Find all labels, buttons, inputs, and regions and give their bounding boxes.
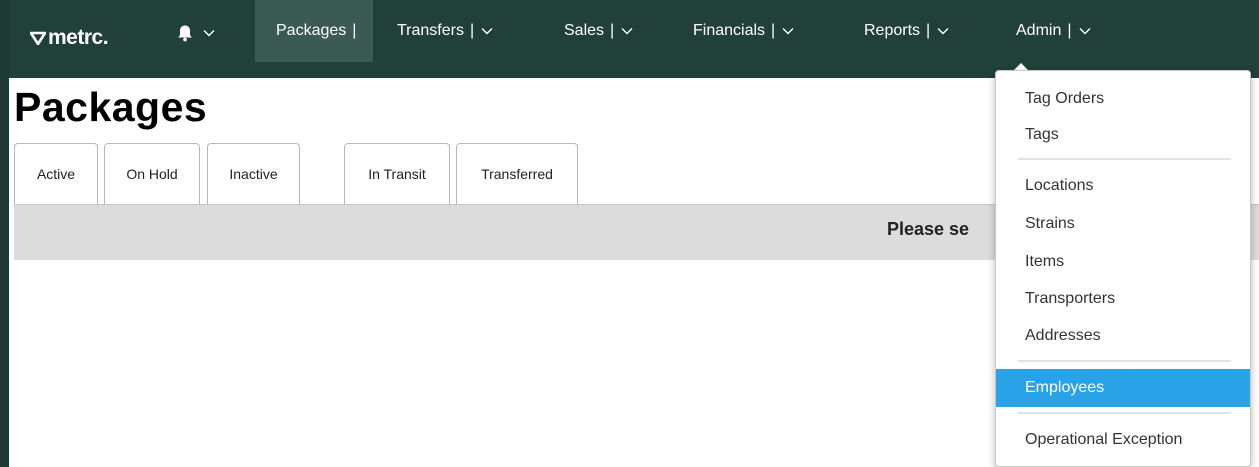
tab-transferred[interactable]: Transferred — [456, 143, 578, 204]
nav-admin-label: Admin — [1016, 22, 1062, 39]
top-navbar: metrc. Packages | Transfers | Sales | Fi… — [0, 0, 1259, 78]
page-title: Packages — [14, 84, 208, 130]
chevron-down-icon — [937, 28, 949, 35]
logo-text: metrc. — [48, 26, 109, 49]
nav-packages[interactable]: Packages | — [255, 0, 373, 62]
tab-on-hold[interactable]: On Hold — [104, 143, 200, 204]
nav-financials[interactable]: Financials | — [693, 0, 795, 62]
chevron-down-icon — [203, 30, 215, 37]
admin-dropdown-menu: Tag Orders Tags Locations Strains Items … — [995, 70, 1251, 467]
nav-separator: | — [771, 22, 776, 39]
nav-packages-label: Packages — [276, 22, 347, 39]
nav-reports-label: Reports — [864, 22, 921, 39]
chevron-down-icon — [1079, 28, 1091, 35]
menu-item-operational-exception[interactable]: Operational Exception — [996, 421, 1250, 459]
nav-separator: | — [469, 22, 475, 39]
menu-item-transporters[interactable]: Transporters — [996, 280, 1250, 318]
tab-in-transit[interactable]: In Transit — [344, 143, 450, 204]
nav-admin[interactable]: Admin | — [1016, 0, 1092, 62]
menu-item-addresses[interactable]: Addresses — [996, 317, 1250, 355]
menu-item-tag-orders[interactable]: Tag Orders — [996, 80, 1250, 118]
tab-inactive[interactable]: Inactive — [207, 143, 300, 204]
menu-divider — [1018, 412, 1231, 414]
bell-icon — [178, 25, 192, 42]
nav-separator: | — [610, 22, 615, 39]
chevron-down-icon — [481, 28, 493, 35]
nav-separator: | — [1067, 22, 1072, 39]
nav-transfers-label: Transfers — [397, 22, 464, 39]
menu-item-locations[interactable]: Locations — [996, 167, 1250, 205]
nav-separator: | — [926, 22, 931, 39]
nav-sales-label: Sales — [564, 22, 605, 39]
nav-transfers[interactable]: Transfers | — [397, 0, 494, 62]
nav-reports[interactable]: Reports | — [864, 0, 950, 62]
metrc-logo[interactable]: metrc. — [30, 26, 109, 50]
chevron-down-icon — [782, 28, 794, 35]
nav-separator: | — [352, 22, 357, 39]
menu-item-items[interactable]: Items — [996, 243, 1250, 281]
chevron-down-icon — [621, 28, 633, 35]
menu-item-tags[interactable]: Tags — [996, 116, 1250, 154]
menu-item-employees[interactable]: Employees — [996, 369, 1250, 407]
menu-divider — [1018, 360, 1231, 362]
metrc-logo-icon — [30, 31, 46, 45]
nav-financials-label: Financials — [693, 22, 766, 39]
tab-active[interactable]: Active — [14, 143, 98, 204]
notifications-menu[interactable] — [177, 24, 216, 42]
left-frame-edge — [0, 0, 9, 467]
menu-divider — [1018, 158, 1231, 160]
menu-item-strains[interactable]: Strains — [996, 205, 1250, 243]
banner-text: Please se — [887, 219, 970, 239]
nav-sales[interactable]: Sales | — [564, 0, 634, 62]
